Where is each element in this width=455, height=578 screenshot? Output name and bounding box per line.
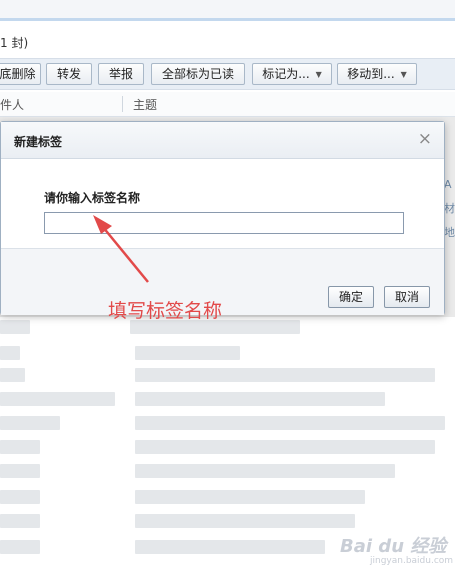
annotation-arrow-icon xyxy=(93,215,149,283)
watermark-url: jingyan.baidu.com xyxy=(370,556,454,566)
watermark-logo: Bai du 经验 xyxy=(340,536,447,557)
annotation-text: 填写标签名称 xyxy=(108,300,223,322)
